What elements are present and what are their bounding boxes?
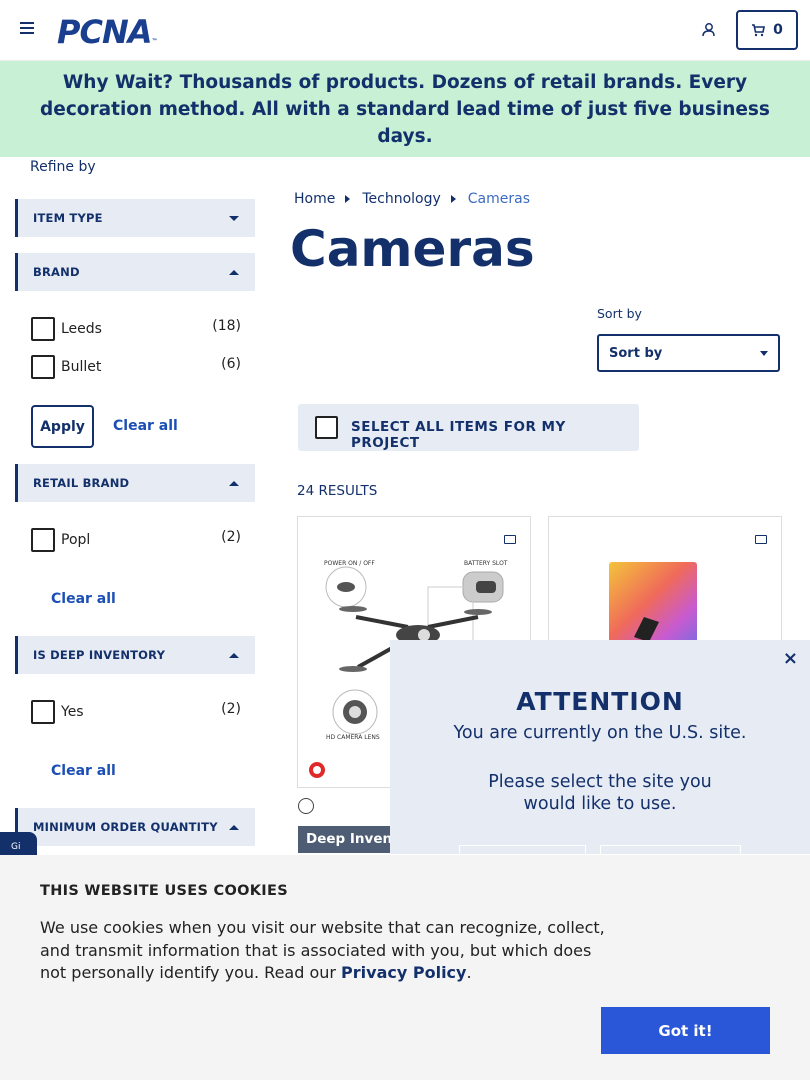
privacy-policy-link[interactable]: Privacy Policy — [341, 963, 466, 982]
breadcrumb: Home Technology Cameras — [294, 191, 530, 207]
site-header: PCNA™ 0 — [0, 0, 810, 61]
facet-retail-brand[interactable]: RETAIL BRAND — [15, 464, 255, 502]
account-icon[interactable] — [700, 22, 716, 38]
refine-label: Refine by — [30, 159, 96, 175]
brand-option-leeds[interactable]: Leeds (18) — [31, 317, 241, 343]
breadcrumb-home[interactable]: Home — [294, 191, 335, 207]
cookie-text: We use cookies when you visit our websit… — [40, 918, 605, 982]
breadcrumb-technology[interactable]: Technology — [362, 191, 440, 207]
apply-button[interactable]: Apply — [31, 405, 94, 448]
checkbox[interactable] — [31, 355, 55, 379]
cart-icon — [752, 23, 766, 36]
add-to-project-icon[interactable] — [755, 535, 767, 544]
cookie-title: THIS WEBSITE USES COOKIES — [40, 883, 288, 899]
promo-text: Why Wait? Thousands of products. Dozens … — [40, 71, 770, 147]
breadcrumb-current: Cameras — [467, 191, 530, 207]
chevron-right-icon — [450, 195, 456, 203]
page-title: Cameras — [290, 220, 535, 278]
attention-line-2: Please select the site you — [488, 772, 712, 792]
clear-all-retail-brand[interactable]: Clear all — [51, 591, 116, 607]
sort-select[interactable]: Sort by — [597, 334, 780, 372]
facet-min-order-quantity[interactable]: MINIMUM ORDER QUANTITY — [15, 808, 255, 846]
checkbox[interactable] — [31, 700, 55, 724]
select-all-checkbox[interactable] — [315, 416, 338, 439]
attention-line-3: would like to use. — [523, 794, 677, 814]
cookie-banner: THIS WEBSITE USES COOKIES We use cookies… — [0, 855, 810, 1080]
checkbox[interactable] — [31, 317, 55, 341]
cart-button[interactable]: 0 — [736, 10, 798, 50]
chevron-right-icon — [345, 195, 351, 203]
select-all-items[interactable]: SELECT ALL ITEMS FOR MY PROJECT — [298, 404, 639, 451]
deep-inventory-option-yes[interactable]: Yes (2) — [31, 700, 241, 726]
retail-brand-option-popl[interactable]: Popl (2) — [31, 528, 241, 554]
caret-up-icon — [229, 652, 239, 658]
clear-all-deep-inventory[interactable]: Clear all — [51, 763, 116, 779]
facet-deep-inventory[interactable]: IS DEEP INVENTORY — [15, 636, 255, 674]
results-count: 24 RESULTS — [297, 483, 378, 499]
menu-icon[interactable] — [20, 22, 36, 38]
chevron-down-icon — [760, 350, 768, 356]
logo[interactable]: PCNA™ — [57, 13, 157, 51]
cart-count: 0 — [773, 22, 783, 38]
add-to-project-icon[interactable] — [504, 535, 516, 544]
caret-down-icon — [229, 215, 239, 221]
attention-title: ATTENTION — [516, 687, 684, 716]
site-selection-modal: × ATTENTION You are currently on the U.S… — [390, 640, 810, 857]
close-icon[interactable]: × — [783, 648, 798, 669]
svg-text:HD CAMERA LENS: HD CAMERA LENS — [326, 734, 380, 741]
facet-item-type[interactable]: ITEM TYPE — [15, 199, 255, 237]
caret-up-icon — [229, 269, 239, 275]
cookie-accept-button[interactable]: Got it! — [601, 1007, 770, 1054]
brand-option-bullet[interactable]: Bullet (6) — [31, 355, 241, 381]
caret-up-icon — [229, 480, 239, 486]
compare-radio[interactable] — [298, 798, 314, 814]
promo-banner: Why Wait? Thousands of products. Dozens … — [0, 61, 810, 157]
svg-text:POWER ON / OFF: POWER ON / OFF — [324, 560, 375, 567]
svg-text:BATTERY SLOT: BATTERY SLOT — [464, 560, 508, 567]
clear-all-brand[interactable]: Clear all — [113, 418, 178, 434]
attention-line-1: You are currently on the U.S. site. — [453, 723, 747, 743]
caret-up-icon — [229, 824, 239, 830]
facet-brand[interactable]: BRAND — [15, 253, 255, 291]
sort-label: Sort by — [597, 306, 642, 321]
checkbox[interactable] — [31, 528, 55, 552]
